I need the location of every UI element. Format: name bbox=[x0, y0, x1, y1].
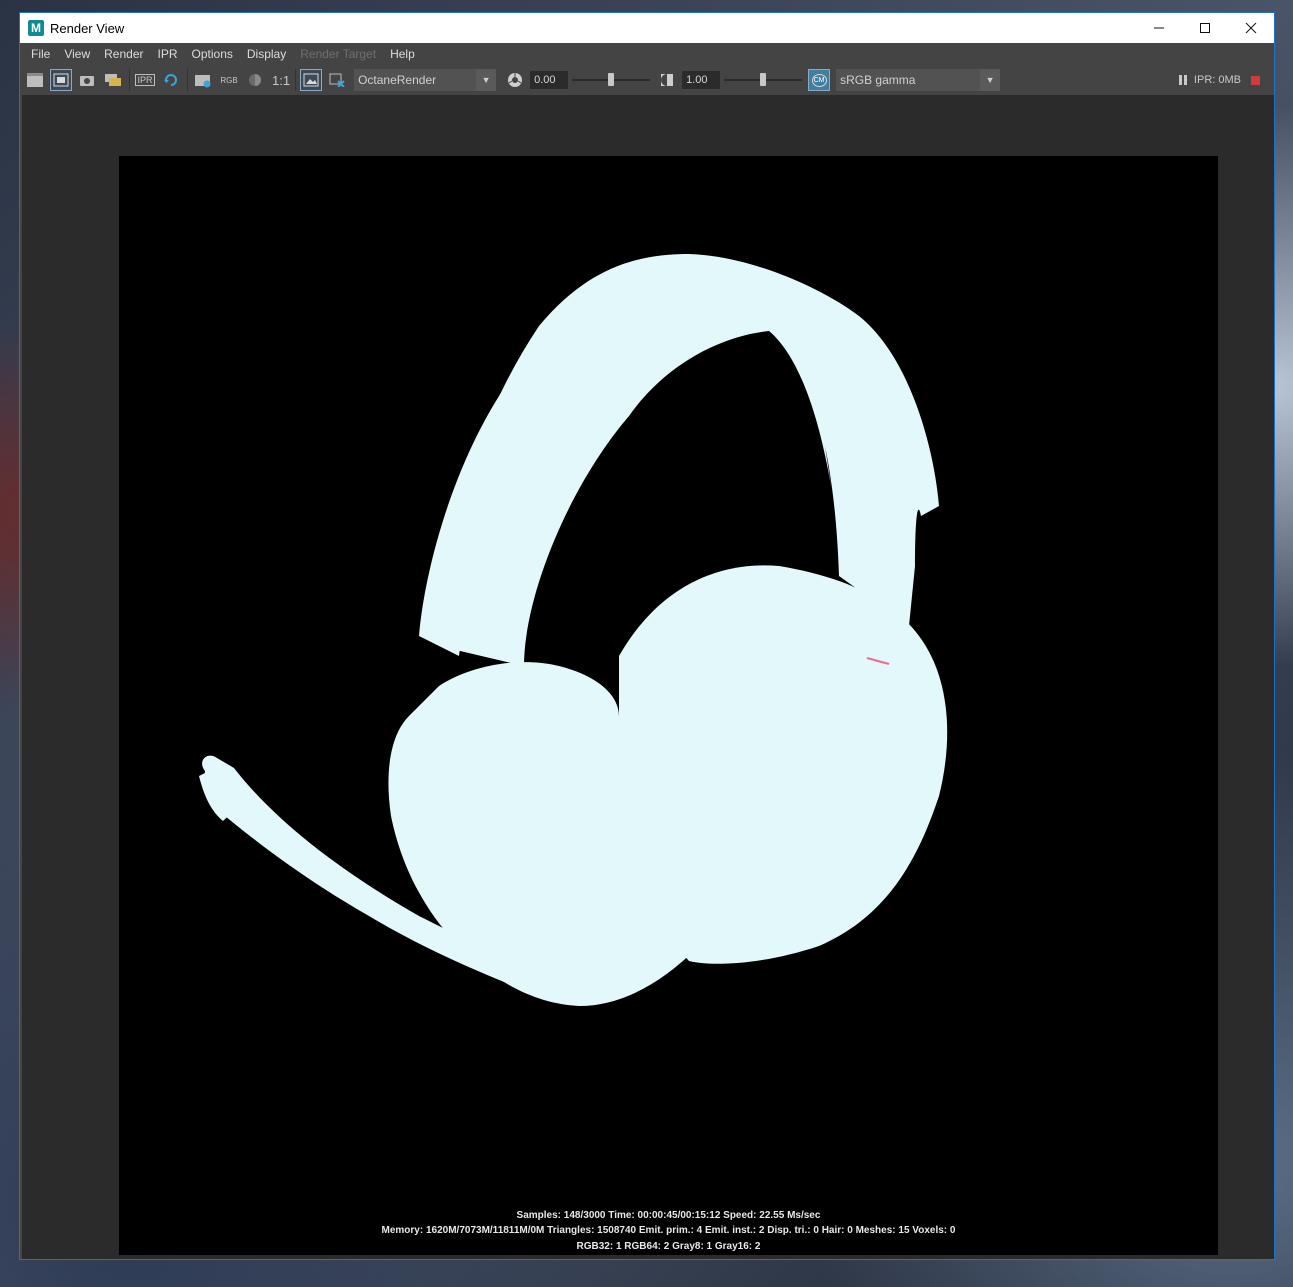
render-viewport[interactable]: Samples: 148/3000 Time: 00:00:45/00:15:1… bbox=[22, 95, 1274, 1259]
color-space-value: sRGB gamma bbox=[840, 73, 916, 87]
pause-icon[interactable] bbox=[1178, 74, 1188, 86]
remove-image-icon[interactable] bbox=[326, 69, 348, 91]
exposure-slider[interactable] bbox=[572, 71, 651, 89]
render-view-window: M Render View File View Render IPR Optio… bbox=[19, 12, 1275, 1260]
toolbar-separator bbox=[187, 69, 188, 91]
menu-render-target[interactable]: Render Target bbox=[293, 47, 383, 61]
color-space-dropdown[interactable]: sRGB gamma ▼ bbox=[836, 69, 1001, 91]
ipr-label: IPR bbox=[135, 74, 155, 86]
menu-file[interactable]: File bbox=[24, 47, 57, 61]
rgb-channel-button[interactable]: RGB bbox=[218, 69, 240, 91]
exposure-field[interactable]: 0.00 bbox=[530, 71, 569, 89]
rgb-label: RGB bbox=[220, 75, 238, 85]
chevron-down-icon: ▼ bbox=[476, 69, 497, 91]
alpha-channel-icon[interactable] bbox=[244, 69, 266, 91]
menu-render[interactable]: Render bbox=[97, 47, 150, 61]
close-button[interactable] bbox=[1228, 13, 1274, 43]
renderer-value: OctaneRender bbox=[358, 73, 437, 87]
maximize-button[interactable] bbox=[1182, 13, 1228, 43]
close-icon bbox=[1245, 22, 1257, 34]
maya-app-icon: M bbox=[28, 20, 44, 36]
color-management-badge: CM bbox=[811, 73, 827, 87]
color-management-toggle[interactable]: CM bbox=[808, 69, 831, 91]
menu-bar: File View Render IPR Options Display Ren… bbox=[20, 43, 1274, 65]
render-image: Samples: 148/3000 Time: 00:00:45/00:15:1… bbox=[119, 156, 1218, 1255]
render-toolbar: IPR RGB 1:1 OctaneRender ▼ 0.00 1.00 CM … bbox=[20, 65, 1274, 95]
render-stats-samples: Samples: 148/3000 Time: 00:00:45/00:15:1… bbox=[516, 1210, 821, 1221]
maximize-icon bbox=[1200, 23, 1210, 33]
minimize-icon bbox=[1154, 27, 1164, 29]
gamma-field[interactable]: 1.00 bbox=[682, 71, 721, 89]
gamma-icon bbox=[656, 69, 678, 91]
keep-image-icon[interactable] bbox=[300, 69, 323, 91]
ipr-refresh-icon[interactable] bbox=[160, 69, 182, 91]
ipr-memory-label: IPR: 0MB bbox=[1193, 74, 1241, 86]
menu-help[interactable]: Help bbox=[383, 47, 422, 61]
gamma-slider[interactable] bbox=[724, 71, 803, 89]
real-size-button[interactable]: 1:1 bbox=[272, 73, 290, 88]
exposure-slider-thumb[interactable] bbox=[608, 73, 615, 86]
ipr-status: IPR: 0MB bbox=[1178, 65, 1260, 95]
menu-ipr[interactable]: IPR bbox=[151, 47, 185, 61]
menu-display[interactable]: Display bbox=[240, 47, 293, 61]
toolbar-separator bbox=[129, 69, 130, 91]
render-stats-textures: RGB32: 1 RGB64: 2 Gray8: 1 Gray16: 2 bbox=[576, 1241, 761, 1252]
render-stats-memory: Memory: 1620M/7073M/11811M/0M Triangles:… bbox=[381, 1225, 956, 1236]
title-bar[interactable]: M Render View bbox=[20, 13, 1274, 43]
render-settings-icon[interactable] bbox=[192, 69, 214, 91]
snapshot-camera-icon[interactable] bbox=[76, 69, 98, 91]
minimize-button[interactable] bbox=[1136, 13, 1182, 43]
toolbar-separator bbox=[295, 69, 297, 91]
ipr-render-icon[interactable]: IPR bbox=[134, 69, 156, 91]
stop-ipr-button[interactable] bbox=[1251, 75, 1260, 85]
window-title: Render View bbox=[50, 20, 125, 36]
renderer-dropdown[interactable]: OctaneRender ▼ bbox=[354, 69, 497, 91]
headset-render bbox=[199, 254, 948, 1006]
chevron-down-icon: ▼ bbox=[980, 69, 1001, 91]
redo-render-icon[interactable] bbox=[24, 69, 46, 91]
menu-options[interactable]: Options bbox=[185, 47, 240, 61]
gamma-slider-thumb[interactable] bbox=[760, 73, 767, 86]
render-sequence-icon[interactable] bbox=[102, 69, 124, 91]
exposure-aperture-icon bbox=[504, 69, 526, 91]
render-region-icon[interactable] bbox=[50, 69, 72, 91]
menu-view[interactable]: View bbox=[57, 47, 97, 61]
